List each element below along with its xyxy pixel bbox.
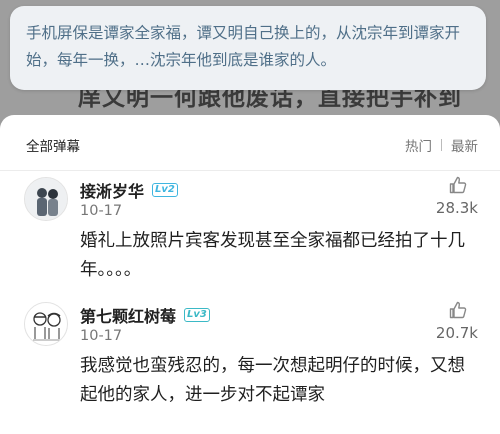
level-badge: Lv2	[152, 183, 178, 197]
thumbs-up-icon	[449, 176, 467, 194]
level-badge: Lv3	[184, 308, 210, 322]
comment-date: 10-17	[80, 328, 123, 344]
username[interactable]: 第七颗红树莓	[80, 303, 176, 327]
like-count: 20.7k	[435, 324, 478, 342]
sort-latest-tab[interactable]: 最新	[451, 135, 478, 155]
avatar[interactable]	[24, 302, 68, 346]
username[interactable]: 接淅岁华	[80, 178, 144, 202]
user-row: 接淅岁华 Lv2	[80, 178, 178, 202]
avatar[interactable]	[24, 177, 68, 221]
quoted-comment-bubble[interactable]: 手机屏保是谭家全家福，谭又明自己换上的，从沈宗年到谭家开始，每年一换，…沈宗年他…	[10, 6, 486, 90]
avatar-illustration-icon	[25, 303, 67, 345]
sort-divider	[441, 139, 442, 151]
user-row: 第七颗红树莓 Lv3	[80, 303, 210, 327]
quoted-comment-text: 手机屏保是谭家全家福，谭又明自己换上的，从沈宗年到谭家开始，每年一换，…沈宗年他…	[26, 24, 461, 69]
sheet-header: 全部弹幕 热门 最新	[0, 115, 500, 171]
comment-text: 婚礼上放照片宾客发现甚至全家福都已经拍了十几年。。。。	[80, 231, 465, 280]
comment-text: 我感觉也蛮残忍的，每一次想起明仔的时候，又想起他的家人，进一步对不起谭家	[80, 356, 465, 405]
sort-hot-tab[interactable]: 热门	[405, 135, 432, 155]
sheet-title: 全部弹幕	[26, 139, 80, 155]
avatar-illustration-icon	[25, 178, 67, 220]
danmaku-comment-sheet: 全部弹幕 热门 最新 接淅岁华 Lv2 10-17 28.3k 婚礼上放照片宾客…	[0, 115, 500, 434]
like-count: 28.3k	[435, 199, 478, 217]
comment-date: 10-17	[80, 203, 123, 219]
thumbs-up-icon	[449, 301, 467, 319]
like-button[interactable]: 20.7k	[418, 300, 478, 342]
like-button[interactable]: 28.3k	[418, 175, 478, 217]
sort-tabs: 热门 最新	[405, 135, 478, 155]
